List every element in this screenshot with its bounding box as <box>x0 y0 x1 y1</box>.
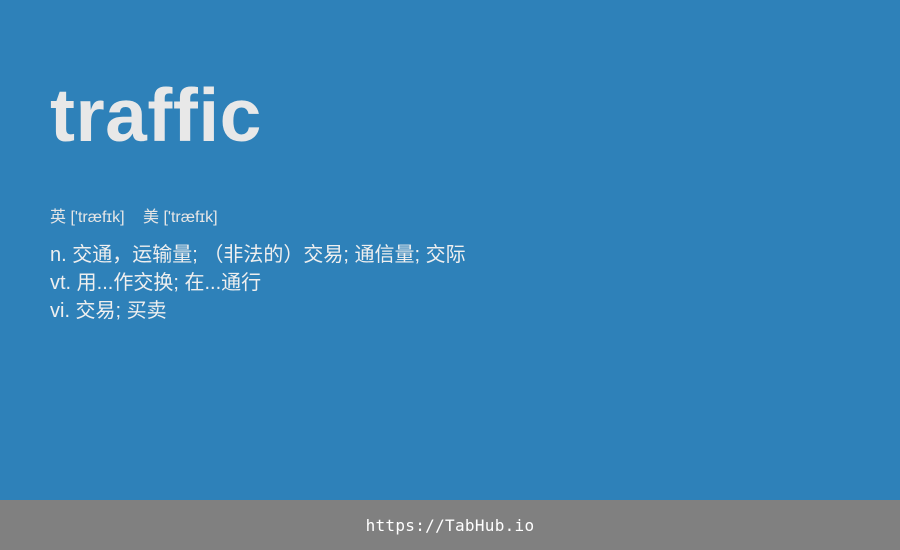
phonetic-uk: 英 ['træfɪk] <box>50 207 125 229</box>
phonetic-uk-label: 英 <box>50 209 67 226</box>
footer-bar: https://TabHub.io <box>0 500 900 550</box>
word-card: traffic 英 ['træfɪk] 美 ['træfɪk] n. 交通，运输… <box>50 70 850 325</box>
phonetic-us-ipa: ['træfɪk] <box>163 209 218 226</box>
phonetic-us: 美 ['træfɪk] <box>143 207 218 229</box>
definition-intransitive-verb: vi. 交易; 买卖 <box>50 300 167 322</box>
new-tab-page: traffic 英 ['træfɪk] 美 ['træfɪk] n. 交通，运输… <box>0 0 900 550</box>
phonetics-row: 英 ['træfɪk] 美 ['træfɪk] <box>50 207 850 229</box>
definitions-list: n. 交通，运输量; （非法的）交易; 通信量; 交际 vt. 用...作交换;… <box>50 241 850 325</box>
headword: traffic <box>50 73 262 157</box>
definition-noun: n. 交通，运输量; （非法的）交易; 通信量; 交际 <box>50 244 466 266</box>
phonetic-uk-ipa: ['træfɪk] <box>70 209 125 226</box>
phonetic-us-label: 美 <box>143 209 160 226</box>
tabhub-link[interactable]: https://TabHub.io <box>366 516 535 535</box>
definition-transitive-verb: vt. 用...作交换; 在...通行 <box>50 272 262 294</box>
